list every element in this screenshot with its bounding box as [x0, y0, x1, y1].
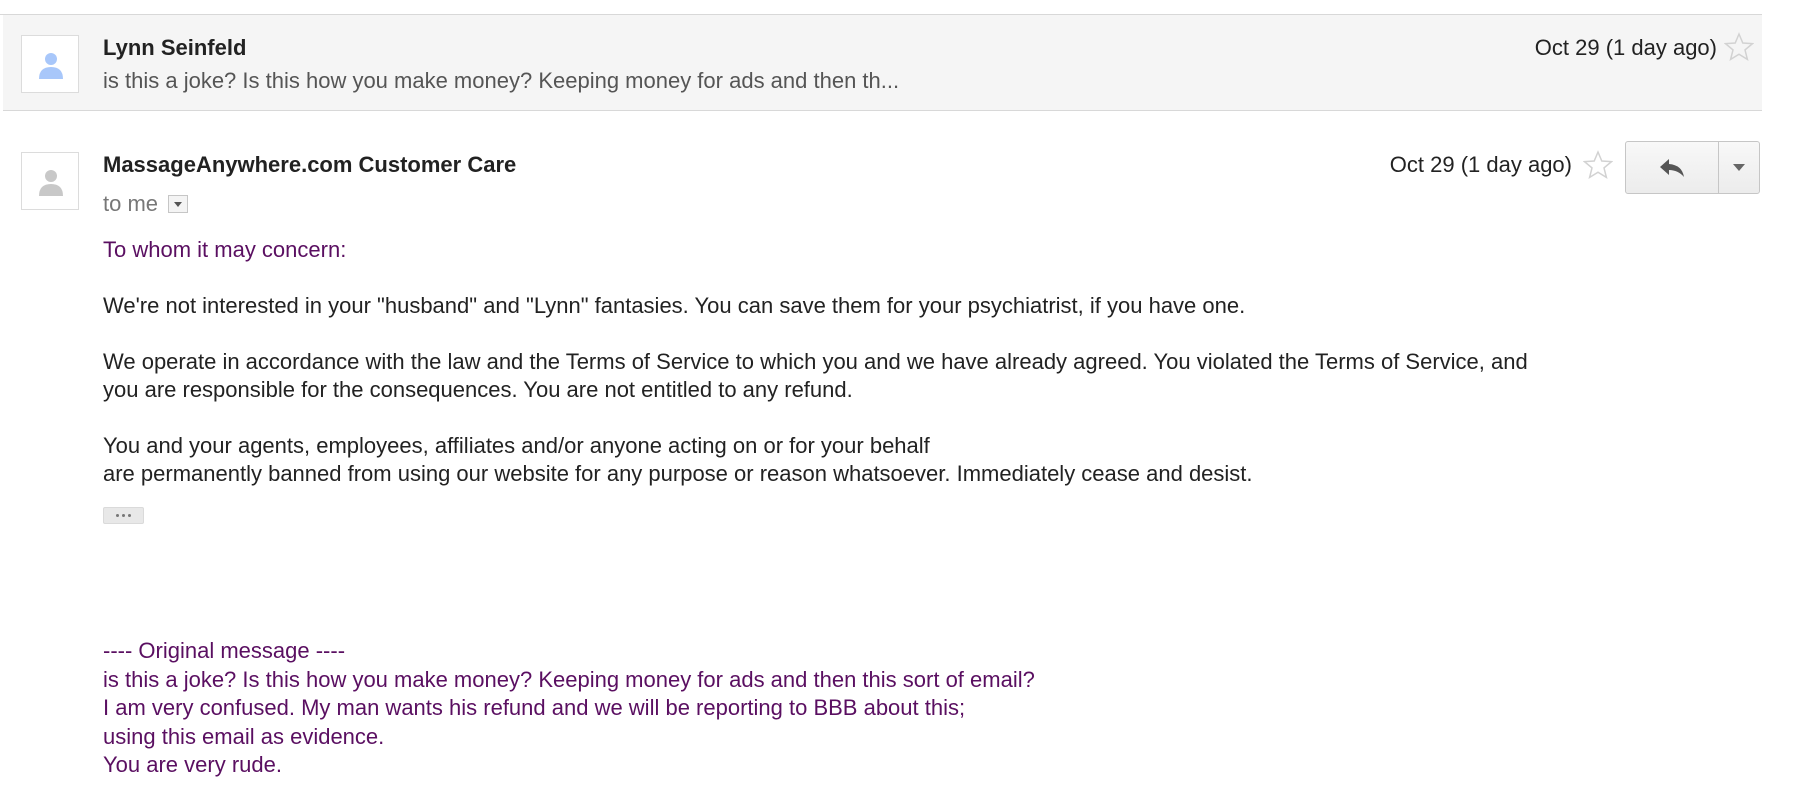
more-options-button[interactable]	[1719, 142, 1759, 193]
person-icon	[39, 170, 63, 196]
sender-name: MassageAnywhere.com Customer Care	[103, 152, 517, 177]
body-paragraph: We're not interested in your "husband" a…	[103, 293, 1246, 318]
avatar	[21, 152, 79, 210]
body-paragraph-line: You and your agents, employees, affiliat…	[103, 433, 930, 458]
reply-button[interactable]	[1626, 142, 1719, 193]
body-paragraph-line: you are responsible for the consequences…	[103, 377, 853, 402]
star-icon[interactable]	[1582, 150, 1614, 180]
message-snippet: is this a joke? Is this how you make mon…	[103, 68, 900, 93]
caret-down-icon	[1733, 163, 1745, 171]
collapsed-message[interactable]: Lynn Seinfeld is this a joke? Is this ho…	[3, 15, 1762, 111]
body-paragraph-line: We operate in accordance with the law an…	[103, 349, 1528, 374]
show-details-toggle[interactable]	[168, 195, 189, 213]
show-trimmed-content-button[interactable]	[103, 507, 144, 524]
person-icon	[39, 53, 63, 79]
quoted-line: ---- Original message ----	[103, 638, 346, 663]
email-thread: Lynn Seinfeld is this a joke? Is this ho…	[0, 0, 1800, 807]
recipient-line: to me	[103, 191, 189, 217]
message-date: Oct 29 (1 day ago)	[1389, 152, 1572, 177]
star-icon[interactable]	[1723, 32, 1755, 62]
message-date: Oct 29 (1 day ago)	[1534, 35, 1717, 60]
sender-name: Lynn Seinfeld	[103, 35, 247, 60]
recipient-label: to me	[103, 191, 159, 216]
quoted-line: using this email as evidence.	[103, 723, 385, 749]
avatar	[21, 35, 79, 93]
quoted-line: I am very confused. My man wants his ref…	[103, 695, 966, 720]
quoted-line: is this a joke? Is this how you make mon…	[103, 666, 1035, 692]
body-paragraph-line: are permanently banned from using our we…	[103, 461, 1253, 486]
reply-arrow-icon	[1660, 158, 1684, 177]
quoted-line: You are very rude.	[103, 752, 282, 777]
quoted-message: ---- Original message ---- is this a jok…	[103, 637, 1035, 780]
reply-button-group	[1625, 141, 1760, 194]
greeting: To whom it may concern:	[103, 237, 347, 262]
